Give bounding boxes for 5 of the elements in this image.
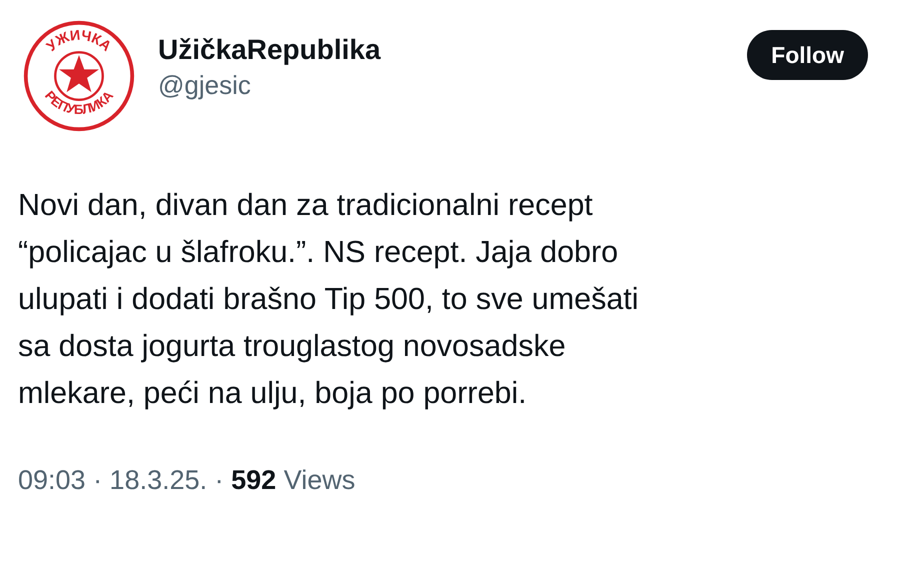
tweet-meta: 09:03 · 18.3.25. · 592 Views — [18, 465, 356, 496]
tweet-text: Novi dan, divan dan za tradicionalni recept “policajac u šlafroku.”. NS recept. Jaja dobro ulupati i dodati brašno Tip 500, to sve umešati sa dosta jogurta trouglastog novosadske mlekare, peći na ulju, boja po porrebi. — [18, 187, 640, 412]
follow-button[interactable]: Follow — [747, 30, 868, 80]
author-name: UžičkaRepublika — [158, 34, 382, 66]
author-handle: @gjesic — [158, 70, 252, 100]
